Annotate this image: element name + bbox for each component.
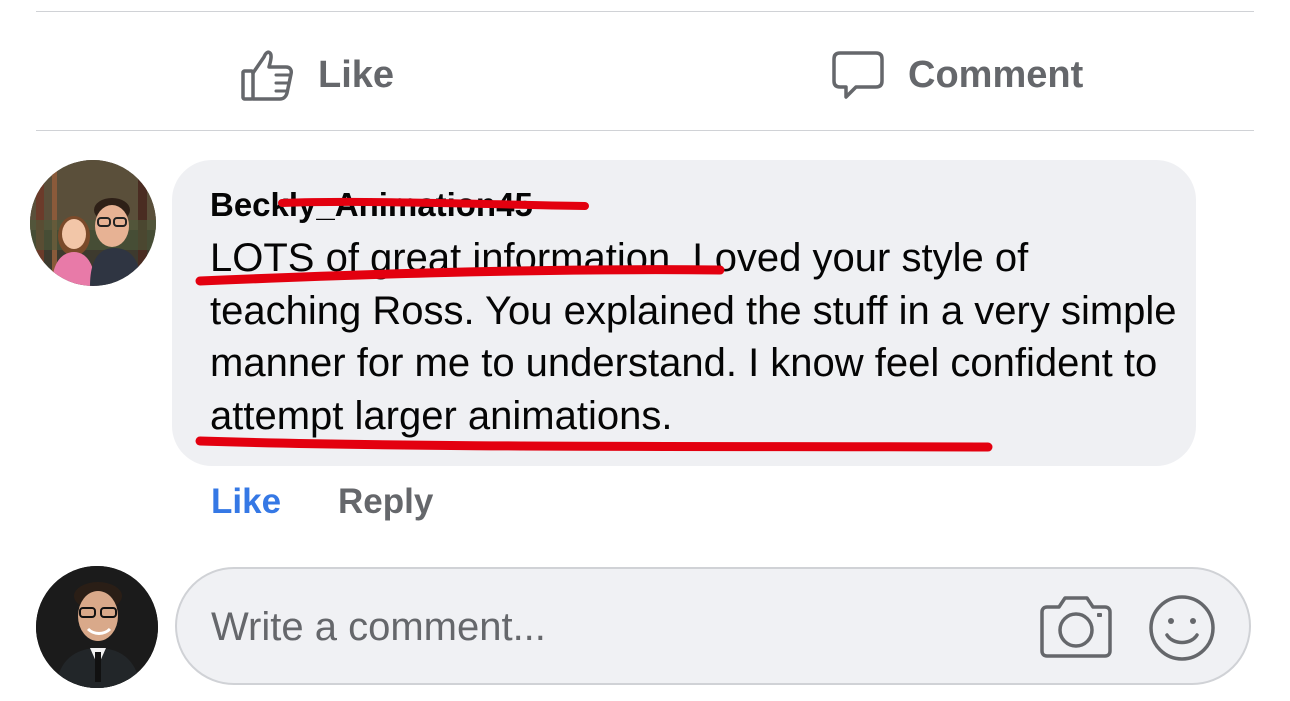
comment-reply-button[interactable]: Reply [338,482,433,522]
speech-bubble-icon [830,47,886,103]
comment-like-button[interactable]: Like [211,482,281,522]
thumbs-up-icon [240,47,296,103]
comment-author[interactable]: Beckly_Animation45 [210,186,533,224]
top-divider [36,11,1254,12]
post-like-button[interactable]: Like [240,40,394,110]
comment-composer[interactable] [175,567,1251,685]
post-comment-button[interactable]: Comment [830,40,1083,110]
comment-text: LOTS of great information. Loved your st… [210,236,1177,438]
smiley-icon[interactable] [1147,593,1217,668]
current-user-avatar [36,566,158,688]
commenter-avatar[interactable] [30,160,156,286]
post-like-label: Like [318,53,395,96]
actions-divider [36,130,1254,131]
post-comment-label: Comment [908,53,1084,96]
camera-icon[interactable] [1039,593,1113,664]
comment-input[interactable] [211,595,1011,659]
